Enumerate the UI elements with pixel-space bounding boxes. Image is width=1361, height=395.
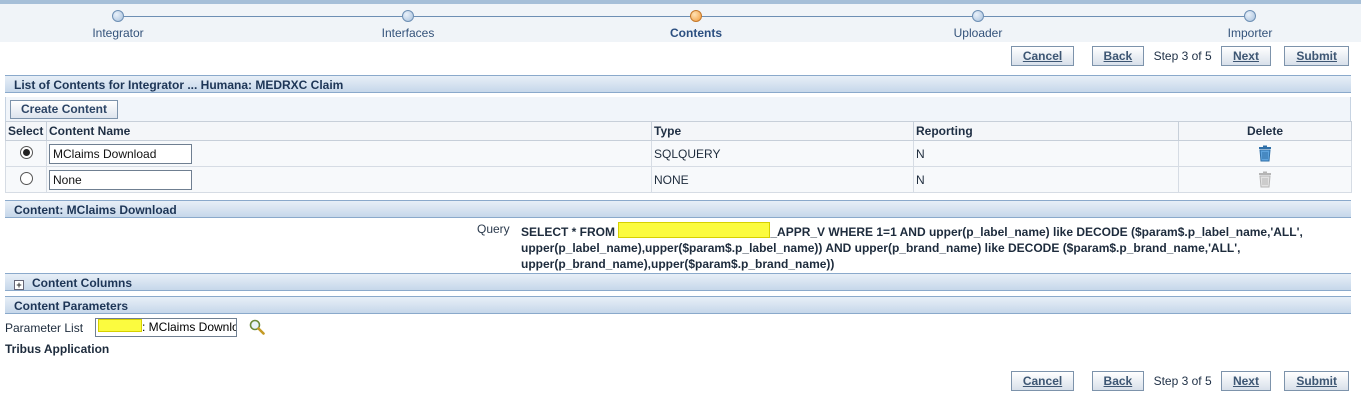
content-name-input[interactable]	[49, 143, 192, 164]
table-header-row: Select Content Name Type Reporting Delet…	[5, 121, 1352, 141]
train-line	[118, 16, 1249, 17]
table-row: SQLQUERY N	[5, 140, 1352, 167]
trash-disabled-icon	[1259, 171, 1271, 188]
create-content-button[interactable]: Create Content	[10, 100, 119, 119]
trash-icon[interactable]	[1257, 145, 1273, 162]
submit-button[interactable]: Submit	[1284, 371, 1349, 391]
back-button[interactable]: Back	[1091, 46, 1145, 66]
submit-button[interactable]: Submit	[1284, 46, 1349, 66]
step-label: Interfaces	[381, 26, 435, 40]
step-dot-icon	[972, 10, 984, 22]
cancel-button[interactable]: Cancel	[1010, 371, 1075, 391]
step-indicator: Step 3 of 5	[1153, 374, 1212, 388]
contents-table: Select Content Name Type Reporting Delet…	[5, 121, 1352, 193]
plus-icon[interactable]: +	[14, 280, 24, 290]
bottom-nav-bar: Cancel Back Step 3 of 5 Next Submit	[1005, 371, 1349, 395]
parameter-list-label: Parameter List	[5, 321, 84, 335]
step-label: Uploader	[953, 26, 1003, 40]
col-select: Select	[5, 121, 47, 141]
name-cell	[46, 140, 652, 167]
content-columns-label: Content Columns	[32, 276, 132, 290]
table-row: NONE N	[5, 166, 1352, 193]
back-button[interactable]: Back	[1091, 371, 1145, 391]
reporting-cell: N	[913, 166, 1179, 193]
step-indicator: Step 3 of 5	[1153, 49, 1212, 63]
query-prefix: SELECT * FROM	[521, 225, 616, 239]
content-name-input[interactable]	[49, 169, 192, 190]
select-cell	[5, 140, 47, 167]
cancel-button[interactable]: Cancel	[1010, 46, 1075, 66]
content-header: Content: MClaims Download	[5, 200, 1351, 218]
application-name: Tribus Application	[5, 342, 110, 356]
process-train: Integrator Interfaces Contents Uploader …	[0, 4, 1361, 42]
step-dot-icon	[1244, 10, 1256, 22]
step-dot-icon	[402, 10, 414, 22]
delete-cell	[1178, 140, 1352, 167]
step-dot-icon	[112, 10, 124, 22]
redacted-highlight	[618, 222, 771, 238]
next-button[interactable]: Next	[1220, 46, 1271, 66]
query-label: Query	[477, 222, 510, 236]
list-toolbar: Create Content	[5, 97, 1351, 121]
select-cell	[5, 166, 47, 193]
step-label: Importer	[1227, 26, 1273, 40]
delete-cell	[1178, 166, 1352, 193]
col-delete: Delete	[1178, 121, 1352, 141]
type-cell: NONE	[651, 166, 914, 193]
magnifier-icon[interactable]	[249, 319, 265, 335]
top-nav-bar: Cancel Back Step 3 of 5 Next Submit	[1005, 46, 1349, 70]
query-text: SELECT * FROM _APPR_V WHERE 1=1 AND uppe…	[521, 222, 1341, 272]
content-columns-header[interactable]: + Content Columns	[5, 273, 1351, 291]
row-select-radio[interactable]	[19, 145, 33, 159]
name-cell	[46, 166, 652, 193]
step-label: Integrator	[92, 26, 144, 40]
content-parameters-header: Content Parameters	[5, 296, 1351, 314]
step-dot-current-icon	[690, 10, 702, 22]
col-type: Type	[651, 121, 914, 141]
next-button[interactable]: Next	[1220, 371, 1271, 391]
step-label: Contents	[670, 26, 722, 40]
list-header: List of Contents for Integrator ... Huma…	[5, 75, 1351, 93]
row-select-radio[interactable]	[19, 171, 33, 185]
col-content-name: Content Name	[46, 121, 652, 141]
col-reporting: Reporting	[913, 121, 1179, 141]
redacted-highlight	[98, 319, 142, 332]
reporting-cell: N	[913, 140, 1179, 167]
type-cell: SQLQUERY	[651, 140, 914, 167]
parameter-list-input[interactable]: : MClaims Downlo	[95, 318, 237, 337]
parameter-value: : MClaims Downlo	[142, 320, 237, 334]
